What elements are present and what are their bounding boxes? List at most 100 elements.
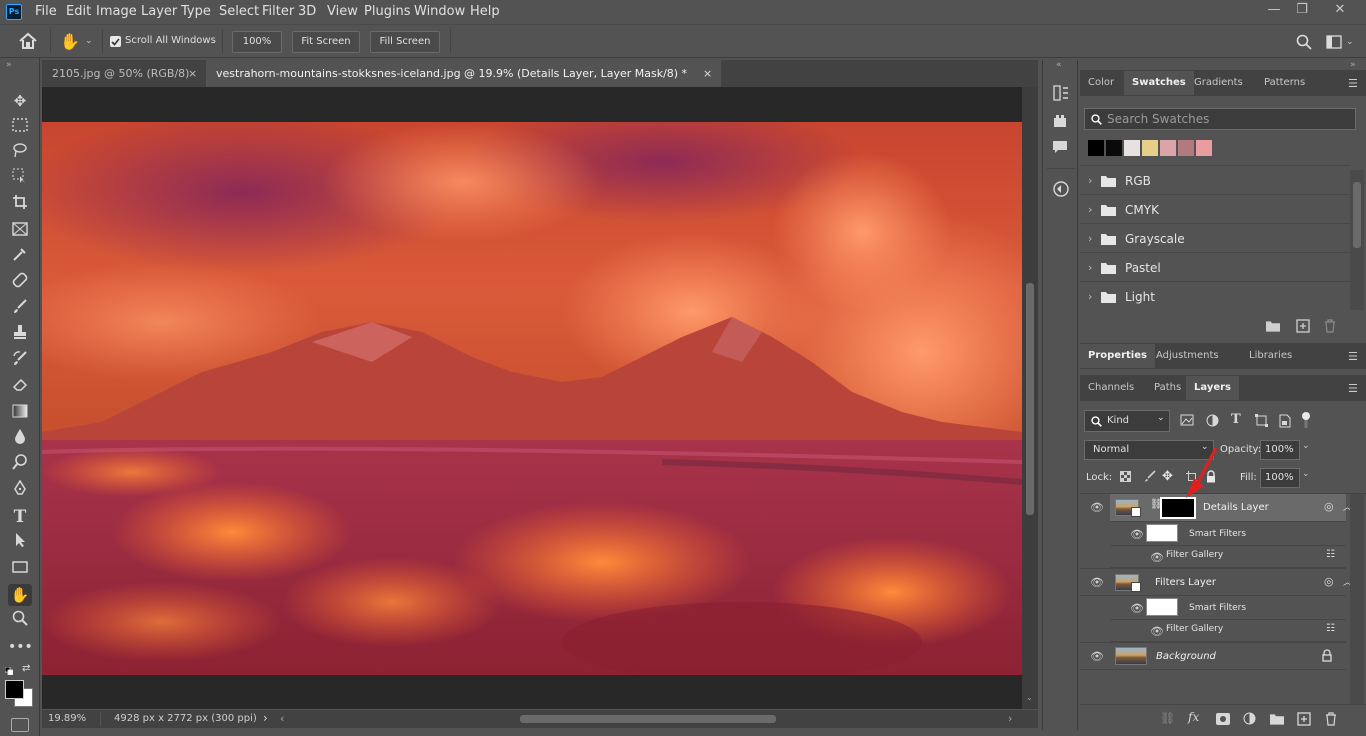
comments-panel-icon[interactable] [1052, 140, 1070, 156]
doc-tab-2105[interactable]: 2105.jpg @ 50% (RGB/8) × [42, 60, 206, 87]
visibility-eye-icon[interactable]: 👁 [1150, 625, 1164, 638]
chevron-down-icon[interactable]: ⌄ [1346, 37, 1354, 47]
restore-button[interactable]: ❐ [1284, 0, 1320, 22]
hand-tool-icon[interactable]: ✋ [60, 32, 82, 52]
swatches-scroll-thumb[interactable] [1353, 182, 1361, 248]
tab-paths[interactable]: Paths [1146, 376, 1189, 400]
filter-adjustment-icon[interactable] [1206, 414, 1220, 428]
layers-scrollbar[interactable] [1350, 494, 1364, 704]
visibility-eye-icon[interactable]: 👁 [1090, 650, 1104, 663]
scroll-all-checkbox[interactable] [110, 36, 121, 47]
close-tab-icon[interactable]: × [703, 60, 712, 87]
delete-layer-icon[interactable] [1325, 712, 1337, 726]
close-window-button[interactable]: ✕ [1322, 0, 1358, 22]
filter-gallery-row[interactable] [1110, 546, 1346, 568]
filter-gallery-row[interactable] [1110, 620, 1346, 642]
menu-plugins[interactable]: Plugins [364, 4, 411, 19]
move-tool-icon[interactable]: ✥ [8, 90, 32, 112]
menu-file[interactable]: File [35, 4, 57, 19]
collapse-arrows-icon[interactable]: « [1056, 60, 1062, 70]
pen-tool-icon[interactable] [8, 479, 32, 502]
tab-channels[interactable]: Channels [1080, 376, 1142, 400]
type-tool-icon[interactable]: T [8, 506, 32, 528]
chevron-down-icon[interactable]: ⌄ [85, 36, 93, 46]
stamp-tool-icon[interactable] [8, 324, 32, 346]
menu-type[interactable]: Type [181, 4, 211, 19]
swap-colors-icon[interactable]: ⇄ [22, 663, 30, 674]
brush-tool-icon[interactable] [8, 298, 32, 320]
scroll-right-icon[interactable]: › [1008, 712, 1012, 725]
close-tab-icon[interactable]: × [188, 60, 197, 87]
tab-libraries[interactable]: Libraries [1241, 344, 1300, 368]
zoom-level[interactable]: 19.89% [48, 713, 86, 724]
tab-color[interactable]: Color [1080, 71, 1122, 95]
fit-screen-button[interactable]: Fit Screen [292, 31, 360, 53]
learn-panel-icon[interactable] [1052, 180, 1070, 198]
frame-tool-icon[interactable] [8, 220, 32, 242]
menu-image[interactable]: Image [96, 4, 137, 19]
fill-input[interactable]: 100% [1260, 468, 1300, 488]
new-group-icon[interactable] [1266, 320, 1282, 334]
zoom-tool-icon[interactable] [8, 610, 32, 632]
foreground-color-swatch[interactable] [5, 680, 24, 699]
filter-shape-icon[interactable] [1255, 414, 1269, 428]
swatch-folder-cmyk[interactable]: › CMYK [1080, 196, 1350, 224]
scroll-left-icon[interactable]: ‹ [280, 712, 284, 725]
menu-3d[interactable]: 3D [298, 4, 316, 19]
menu-layer[interactable]: Layer [141, 4, 177, 19]
panel-menu-icon[interactable]: ☰ [1348, 382, 1358, 395]
search-icon[interactable] [1296, 34, 1314, 52]
tab-adjustments[interactable]: Adjustments [1148, 344, 1227, 368]
layer-filter-kind-select[interactable]: Kind ⌄ [1084, 410, 1170, 432]
smart-object-filter-icon[interactable]: ◎ [1324, 575, 1334, 588]
crop-tool-icon[interactable] [8, 194, 32, 216]
swatch-color-3[interactable] [1142, 140, 1158, 156]
swatch-color-2[interactable] [1124, 140, 1140, 156]
gradient-tool-icon[interactable] [8, 402, 32, 424]
plugins-panel-icon[interactable] [1052, 114, 1070, 130]
chevron-down-icon[interactable]: ⌄ [1302, 441, 1310, 451]
swatch-color-6[interactable] [1196, 140, 1212, 156]
vertical-scrollbar[interactable]: ⌄ [1022, 87, 1038, 709]
visibility-eye-icon[interactable]: 👁 [1090, 576, 1104, 589]
lock-position-icon[interactable]: ✥ [1162, 469, 1173, 484]
tab-properties[interactable]: Properties [1080, 344, 1155, 368]
menu-filter[interactable]: Filter [262, 4, 294, 19]
horizontal-scrollbar[interactable]: ‹ › [280, 712, 1020, 726]
eyedropper-tool-icon[interactable] [8, 246, 32, 268]
menu-edit[interactable]: Edit [66, 4, 91, 19]
smart-object-filter-icon[interactable]: ◎ [1324, 500, 1334, 513]
menu-view[interactable]: View [327, 4, 358, 19]
swatch-color-5[interactable] [1178, 140, 1194, 156]
vertical-scroll-thumb[interactable] [1026, 283, 1034, 515]
home-icon[interactable] [18, 32, 38, 50]
lock-image-icon[interactable] [1144, 470, 1156, 484]
chevron-down-icon[interactable]: ⌄ [1302, 469, 1310, 479]
marquee-tool-icon[interactable] [8, 116, 32, 138]
more-tools-icon[interactable]: ••• [8, 636, 33, 658]
link-layers-icon[interactable]: ⛓ [1160, 711, 1175, 725]
menu-help[interactable]: Help [470, 4, 500, 19]
healing-brush-tool-icon[interactable] [8, 272, 32, 294]
swatch-color-0[interactable] [1088, 140, 1104, 156]
filter-toggle-switch[interactable] [1302, 412, 1310, 428]
delete-swatch-icon[interactable] [1324, 319, 1340, 333]
history-panel-icon[interactable] [1052, 84, 1070, 102]
lasso-tool-icon[interactable] [8, 142, 32, 164]
swatch-color-4[interactable] [1160, 140, 1176, 156]
panel-menu-icon[interactable]: ☰ [1348, 77, 1358, 90]
swatch-folder-grayscale[interactable]: › Grayscale [1080, 225, 1350, 253]
dodge-tool-icon[interactable] [8, 454, 32, 476]
layer-mask-thumbnail[interactable] [1160, 497, 1196, 519]
workspace-icon[interactable] [1326, 35, 1344, 49]
tab-patterns[interactable]: Patterns [1256, 71, 1313, 95]
default-colors-icon[interactable] [4, 664, 14, 676]
status-menu-arrow-icon[interactable]: › [263, 711, 268, 725]
path-selection-tool-icon[interactable] [8, 532, 32, 554]
new-layer-icon[interactable] [1297, 712, 1311, 726]
swatch-folder-pastel[interactable]: › Pastel [1080, 254, 1350, 282]
tab-swatches[interactable]: Swatches [1124, 71, 1194, 95]
visibility-eye-icon[interactable]: 👁 [1090, 501, 1104, 514]
lock-transparent-icon[interactable] [1120, 471, 1132, 483]
new-swatch-icon[interactable] [1296, 319, 1312, 333]
